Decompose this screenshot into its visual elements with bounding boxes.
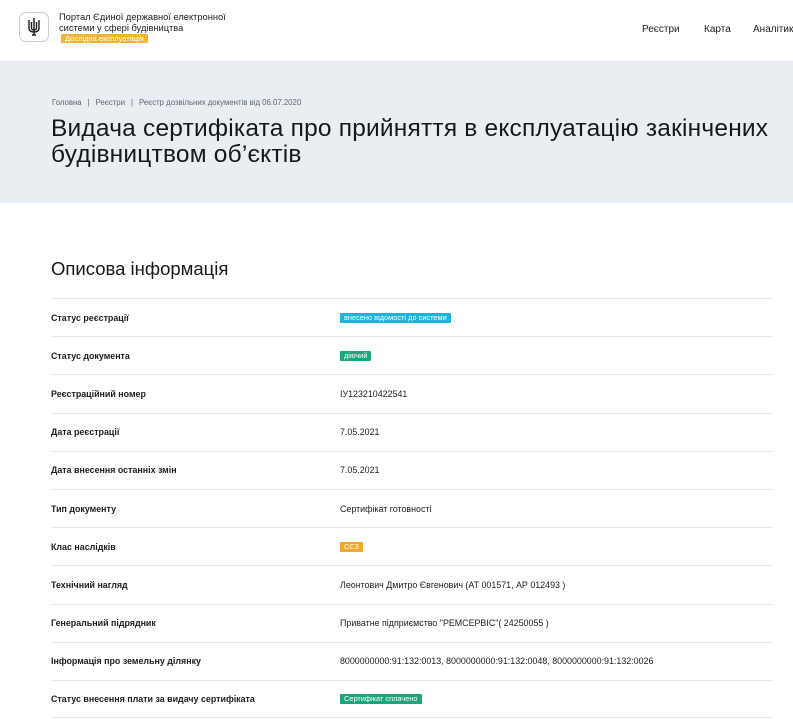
breadcrumb-registries[interactable]: Реєстри [96,98,125,107]
portal-title[interactable]: Портал Єдиної державної електронної сист… [59,12,229,44]
info-label: Дата внесення останніх змін [51,465,177,476]
info-value: 7.05.2021 [340,414,379,451]
info-value-text: 8000000000:91:132:0013, 8000000000:91:13… [340,656,654,667]
info-label: Статус документа [51,350,130,361]
breadcrumb-home[interactable]: Головна [52,98,82,107]
info-value: Приватне підприємство "РЕМСЕРВІС"( 24250… [340,605,549,642]
info-row: Статус документа діючий [51,336,773,374]
info-table: Статус реєстрації внесено відомості до си… [51,298,773,719]
info-value-text: 7.05.2021 [340,465,380,476]
beta-badge: Дослідна експлуатація [61,34,148,43]
info-label: Дата реєстрації [51,427,120,438]
info-label: Технічний нагляд [51,579,128,590]
breadcrumb-separator: | [131,98,134,107]
info-row: Дата внесення останніх змін 7.05.2021 [51,450,773,489]
info-row: Технічний нагляд Леонтович Дмитро Євгенов… [51,565,773,603]
info-value: Сертифікат готовності [340,490,431,527]
info-label: Тип документу [51,503,117,514]
breadcrumb: Головна | Реєстри | Реєстр дозвільних докуме… [52,98,301,107]
info-row: Дата реєстрації 7.05.2021 [51,412,773,451]
info-value: Леонтович Дмитро Євгенович (АТ 001571, А… [340,566,565,603]
info-value: діючий [340,337,372,374]
nav-item-map[interactable]: Карта [704,24,731,35]
info-row: Статус реєстрації внесено відомості до си… [51,298,773,336]
info-value: Сертифікат сплачено [340,681,422,717]
info-value: СС3 [340,528,363,565]
info-value-text: 7.05.2021 [340,427,380,438]
status-badge: діючий [340,350,372,361]
info-value-text: Приватне підприємство "РЕМСЕРВІС"( 24250… [340,618,549,629]
info-row: Генеральний підрядник Приватне підприємст… [51,603,773,642]
info-value: 7.05.2021 [340,452,379,489]
info-value: 8000000000:91:132:0013, 8000000000:91:13… [340,643,653,680]
info-value-text: Леонтович Дмитро Євгенович (АТ 001571, А… [340,579,566,590]
info-row: Реєстраційний номер ІУ123210422541 [51,374,773,412]
breadcrumb-current[interactable]: Реєстр дозвільних документів від 06.07.2… [139,98,301,107]
info-row: Тип документу Сертифікат готовності [51,488,773,527]
info-row: Інформація про земельну ділянку 800000000… [51,641,773,680]
section-title: Описова інформація [51,258,229,279]
info-label: Статус реєстрації [51,312,129,323]
page-hero: Головна | Реєстри | Реєстр дозвільних докуме… [0,62,793,203]
portal-title-text: Портал Єдиної державної електронної сист… [59,12,226,33]
info-value: внесено відомості до системи [340,299,451,336]
top-header: Портал Єдиної державної електронної сист… [0,0,793,62]
info-label: Реєстраційний номер [51,388,146,399]
breadcrumb-separator: | [87,98,90,107]
info-value: ІУ123210422541 [340,375,407,412]
info-row: Статус внесення плати за видачу сертифік… [51,679,773,719]
page-title-line-1: Видача сертифіката про прийняття в експл… [51,115,769,142]
info-value-text: ІУ123210422541 [340,388,408,399]
page-title: Видача сертифіката про прийняття в експл… [51,116,793,168]
status-badge: внесено відомості до системи [340,312,451,323]
trident-icon[interactable] [19,12,49,42]
info-label: Статус внесення плати за видачу сертифік… [51,693,255,704]
info-label: Генеральний підрядник [51,618,156,629]
nav-item-analytics[interactable]: Аналітика [753,24,793,35]
nav-item-registries[interactable]: Реєстри [642,24,680,35]
status-badge: СС3 [340,541,363,552]
info-row: Клас наслідків СС3 [51,527,773,565]
info-label: Клас наслідків [51,541,116,552]
page-title-line-2: будівництвом об’єктів [51,141,302,168]
status-badge: Сертифікат сплачено [340,693,422,704]
info-label: Інформація про земельну ділянку [51,656,201,667]
info-value-text: Сертифікат готовності [340,503,432,514]
